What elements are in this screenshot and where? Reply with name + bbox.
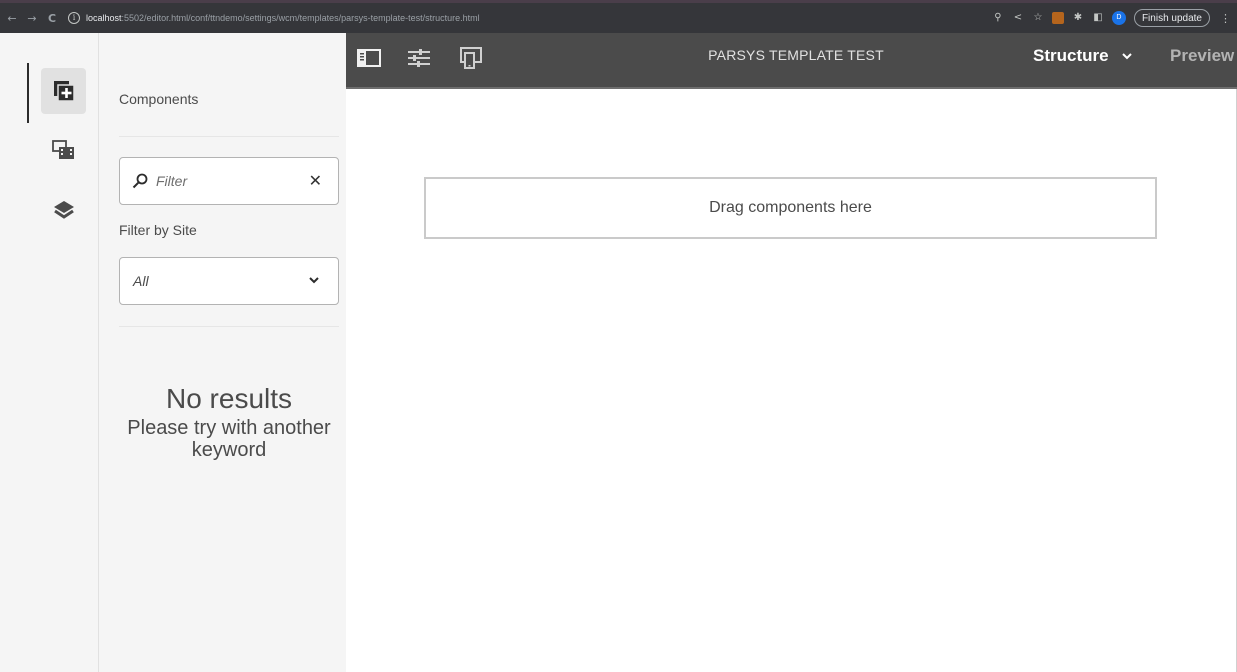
finish-update-button[interactable]: Finish update	[1133, 9, 1210, 27]
browser-menu-icon[interactable]: ⋮	[1220, 12, 1231, 25]
layers-icon	[53, 201, 74, 219]
url-host: localhost	[86, 13, 122, 23]
drop-zone[interactable]: Drag components here	[424, 177, 1157, 239]
no-results: No results Please try with another keywo…	[119, 381, 339, 461]
mode-label: Structure	[1033, 46, 1109, 65]
address-bar[interactable]: i localhost:5502/editor.html/conf/ttndem…	[68, 6, 992, 30]
rail-content-tree-button[interactable]	[41, 187, 86, 233]
extension-icon[interactable]	[1051, 12, 1064, 24]
search-icon	[132, 173, 148, 189]
url-text[interactable]: localhost:5502/editor.html/conf/ttndemo/…	[86, 13, 480, 23]
components-panel: Components ✕ Filter by Site All No resul…	[99, 33, 346, 672]
filter-field[interactable]: ✕	[119, 157, 339, 205]
editor-canvas: Drag components here	[346, 89, 1237, 672]
site-select[interactable]: All	[119, 257, 339, 305]
zoom-icon[interactable]: ⚲	[992, 12, 1004, 24]
profile-avatar[interactable]: D	[1111, 11, 1126, 25]
divider	[119, 136, 339, 137]
editor-header: PARSYS TEMPLATE TEST Structure Preview	[346, 33, 1237, 89]
no-results-subtitle: Please try with another keyword	[127, 417, 331, 461]
filter-by-site-label: Filter by Site	[119, 222, 197, 238]
side-rail	[0, 33, 99, 672]
chevron-down-icon	[309, 277, 319, 284]
url-path: :5502/editor.html/conf/ttndemo/settings/…	[121, 13, 480, 23]
forward-icon[interactable]: →	[24, 10, 40, 26]
site-info-icon[interactable]: i	[68, 12, 80, 24]
reload-icon[interactable]: C	[44, 10, 60, 26]
back-icon[interactable]: ←	[4, 10, 20, 26]
filter-input[interactable]	[156, 173, 296, 189]
preview-button[interactable]: Preview	[1170, 46, 1234, 66]
puzzle-icon[interactable]: ✱	[1072, 12, 1084, 24]
rail-active-indicator	[27, 63, 29, 123]
browser-toolbar: ← → C i localhost:5502/editor.html/conf/…	[0, 0, 1237, 33]
share-icon[interactable]: <	[1012, 12, 1024, 24]
panel-title: Components	[119, 91, 199, 107]
chevron-down-icon	[1121, 53, 1132, 60]
sidepanel-icon[interactable]: ◧	[1092, 12, 1104, 24]
clear-icon[interactable]: ✕	[309, 172, 322, 190]
no-results-title: No results	[165, 383, 293, 414]
site-select-value: All	[133, 273, 149, 289]
assets-icon	[51, 140, 74, 159]
mode-select[interactable]: Structure	[1033, 46, 1133, 66]
rail-components-button[interactable]	[41, 68, 86, 114]
bookmark-star-icon[interactable]: ☆	[1032, 12, 1044, 24]
divider	[119, 326, 339, 327]
rail-assets-button[interactable]	[41, 127, 86, 173]
add-component-icon	[53, 81, 75, 102]
